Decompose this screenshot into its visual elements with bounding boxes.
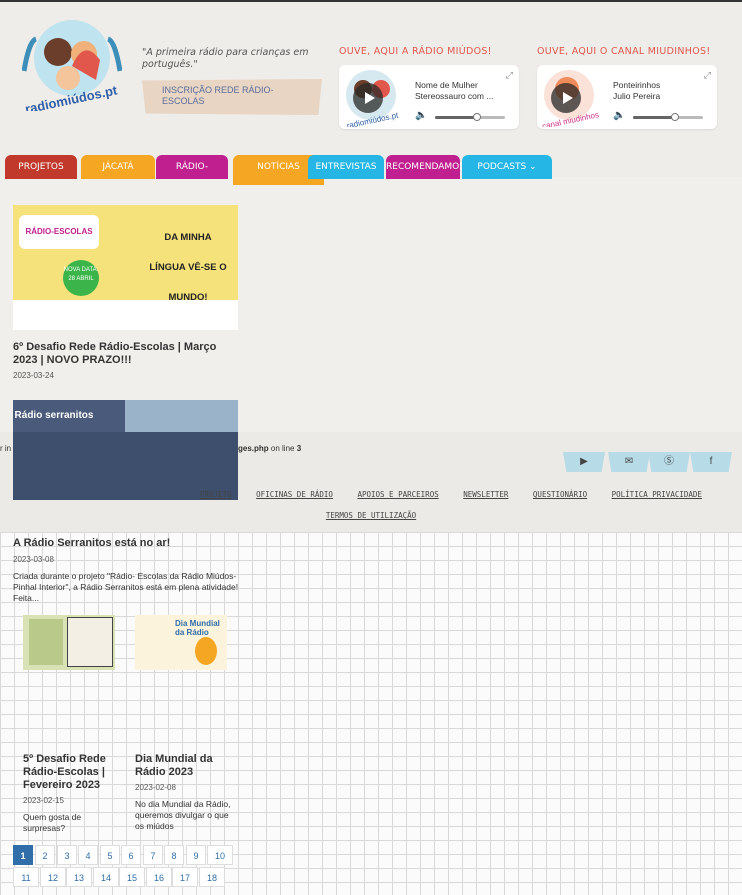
warning-prefix: r in <box>0 444 12 453</box>
tab-entrevistas[interactable]: ENTREVISTAS <box>308 155 384 179</box>
play-icon <box>563 92 573 104</box>
warning-middle: on line <box>268 444 297 453</box>
post-date: 2023-02-15 <box>23 796 64 805</box>
banner-text: Rádio serranitos <box>14 410 94 421</box>
page-link[interactable]: 2 <box>35 845 55 865</box>
footer-link-termos[interactable]: TERMOS DE UTILIZAÇÃO <box>326 511 416 520</box>
thumb-caption: Dia Mundial da Rádio <box>175 619 220 637</box>
post-title[interactable]: A Rádio Serranitos está no ar! <box>13 537 238 550</box>
page-link[interactable]: 5 <box>100 845 120 865</box>
post-date: 2023-02-08 <box>135 783 176 792</box>
post-excerpt: Quem gosta de surpresas? <box>23 812 82 833</box>
volume-slider[interactable] <box>435 113 505 121</box>
thumb-figure <box>195 637 217 665</box>
post-title[interactable]: Dia Mundial da Rádio 2023 <box>135 753 235 779</box>
mail-icon[interactable]: ✉ <box>608 452 650 472</box>
page-link[interactable]: 3 <box>57 845 77 865</box>
track-artist: Stereossauro com ... <box>415 91 494 101</box>
tagline: "A primeira rádio para crianças em portu… <box>142 47 309 70</box>
track-title: Ponteirinhos <box>613 80 661 90</box>
post-excerpt: Criada durante o projeto "Rádio- Escolas… <box>13 571 239 603</box>
player-heading-radio: OUVE, AQUI A RÁDIO MIÚDOS! <box>339 46 492 57</box>
facebook-icon[interactable]: f <box>690 452 732 472</box>
miudinhos-player: canal miudinhos Ponteirinhos Julio Perei… <box>537 65 717 129</box>
volume-slider[interactable] <box>633 113 703 121</box>
site-logo[interactable]: radiomiúdos.pt <box>22 16 122 111</box>
now-playing: Nome de Mulher Stereossauro com ... <box>415 80 493 102</box>
post-date: 2023-03-08 <box>13 555 54 564</box>
volume-icon[interactable]: 🔈 <box>415 110 427 121</box>
page-link[interactable]: 18 <box>199 867 225 887</box>
track-title: Nome de Mulher <box>415 80 478 90</box>
volume-knob[interactable] <box>473 113 481 121</box>
tab-podcasts[interactable]: PODCASTS ⌄ <box>462 155 552 179</box>
page-link[interactable]: 10 <box>207 845 233 865</box>
post-thumbnail[interactable]: Dia Mundial da Rádio <box>135 615 227 670</box>
tab-projetos[interactable]: PROJETOS <box>5 155 77 179</box>
player-heading-miudinhos: OUVE, AQUI O CANAL MIUDINHOS! <box>537 46 711 57</box>
tab-jacata[interactable]: JÁCATÁ <box>81 155 155 179</box>
thumb-right <box>67 617 113 667</box>
tab-radio-escolas[interactable]: RÁDIO-ESCOLAS <box>156 155 228 196</box>
footer-links: PROJETO OFICINAS DE RÁDIO APOIOS E PARCE… <box>0 490 742 520</box>
skype-icon[interactable]: Ⓢ <box>648 452 690 472</box>
now-playing: Ponteirinhos Julio Pereira <box>613 80 660 102</box>
radio-player: radiomiúdos.pt Nome de Mulher Stereossau… <box>339 65 519 129</box>
play-icon <box>365 92 375 104</box>
main-nav: PROJETOS JÁCATÁ RÁDIO-ESCOLAS NOTÍCIAS E… <box>0 155 742 196</box>
banner-logo: RÁDIO-ESCOLAS <box>19 215 99 249</box>
page-link[interactable]: 14 <box>93 867 119 887</box>
footer-link-apoios[interactable]: APOIOS E PARCEIROS <box>357 490 438 499</box>
page-link[interactable]: 13 <box>66 867 92 887</box>
page-link[interactable]: 17 <box>172 867 198 887</box>
volume-fill <box>633 116 675 119</box>
expand-icon[interactable]: ⤢ <box>506 70 513 81</box>
post-date: 2023-03-24 <box>13 371 54 380</box>
site-header: radiomiúdos.pt "A primeira rádio para cr… <box>0 2 742 177</box>
banner-footer <box>13 300 238 330</box>
volume-icon[interactable]: 🔈 <box>613 110 625 121</box>
warning-line: 3 <box>296 444 302 453</box>
footer-link-oficinas[interactable]: OFICINAS DE RÁDIO <box>256 490 333 499</box>
post-title[interactable]: 5º Desafio Rede Rádio-Escolas | Fevereir… <box>23 753 115 792</box>
banner-badge: NOVA DATA: 28 ABRIL <box>63 260 99 296</box>
footer-link-newsletter[interactable]: NEWSLETTER <box>463 490 508 499</box>
page-link[interactable]: 7 <box>143 845 163 865</box>
page-link[interactable]: 8 <box>164 845 184 865</box>
post-title[interactable]: 6º Desafio Rede Rádio-Escolas | Março 20… <box>13 341 238 367</box>
expand-icon[interactable]: ⤢ <box>704 70 711 81</box>
tab-recomendamos[interactable]: RECOMENDAMOS <box>386 155 465 179</box>
play-button[interactable] <box>353 83 383 113</box>
track-artist: Julio Pereira <box>613 91 661 101</box>
php-warning-file: ges.php on line 3 <box>238 444 301 453</box>
page-link[interactable]: 1 <box>13 845 33 865</box>
play-button[interactable] <box>551 83 581 113</box>
warning-file: ges.php <box>238 444 269 453</box>
page-link[interactable]: 4 <box>78 845 98 865</box>
page-link[interactable]: 12 <box>40 867 66 887</box>
post-thumbnail[interactable]: RÁDIO-ESCOLAS DA MINHA LÍNGUA VÊ-SE O MU… <box>13 205 238 330</box>
footer-link-privacidade[interactable]: POLÍTICA PRIVACIDADE <box>612 490 702 499</box>
footer-link-questionario[interactable]: QUESTIONÁRIO <box>533 490 587 499</box>
page-link[interactable]: 9 <box>186 845 206 865</box>
thumb-left <box>29 619 63 665</box>
volume-knob[interactable] <box>671 113 679 121</box>
page-link[interactable]: 15 <box>119 867 145 887</box>
volume-fill <box>435 116 477 119</box>
post-excerpt: No dia Mundial da Rádio, queremos divulg… <box>135 799 231 831</box>
footer-link-projeto[interactable]: PROJETO <box>200 490 232 499</box>
page-link[interactable]: 11 <box>13 867 39 887</box>
page-link[interactable]: 6 <box>121 845 141 865</box>
php-warning: r in <box>0 444 11 453</box>
inscricao-button[interactable]: INSCRIÇÃO REDE RÁDIO-ESCOLAS <box>142 79 322 115</box>
post-thumbnail[interactable] <box>23 615 115 670</box>
youtube-icon[interactable]: ▶ <box>563 452 605 472</box>
page-link[interactable]: 16 <box>146 867 172 887</box>
